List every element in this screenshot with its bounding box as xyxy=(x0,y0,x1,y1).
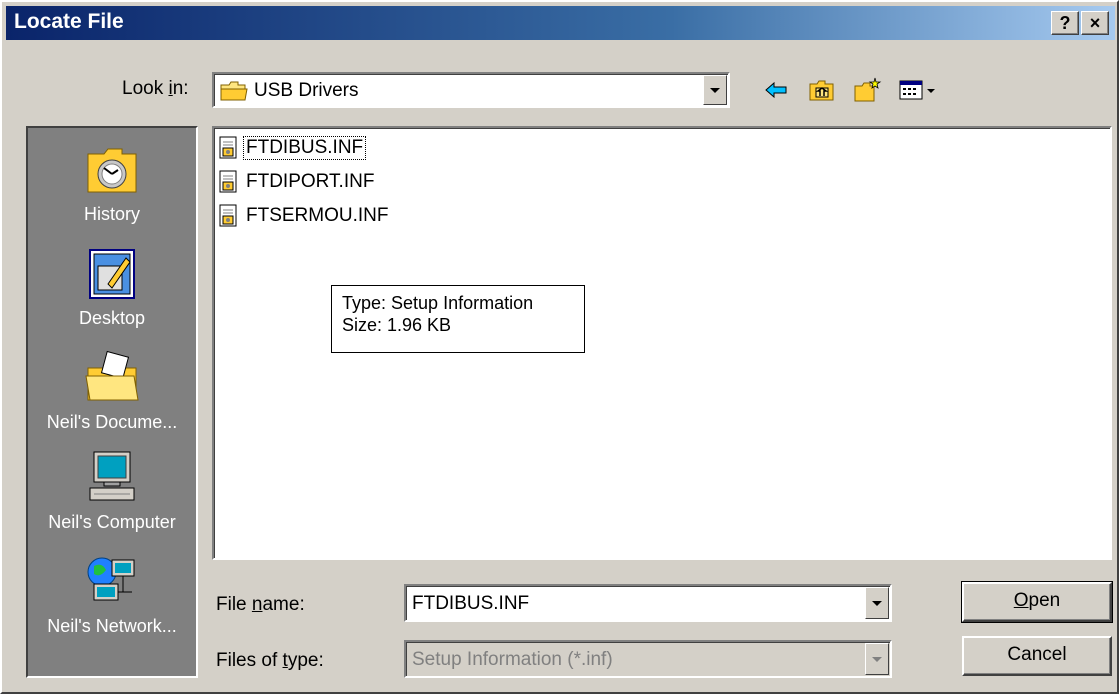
network-places-icon xyxy=(87,557,135,601)
file-name: FTDIBUS.INF xyxy=(242,136,367,160)
dialog-title: Locate File xyxy=(14,10,124,33)
file-name: FTDIPORT.INF xyxy=(246,171,375,192)
cancel-button[interactable]: Cancel xyxy=(962,636,1112,676)
file-name: FTSERMOU.INF xyxy=(246,205,389,226)
my-computer-icon xyxy=(89,451,135,501)
look-in-dropdown-arrow[interactable] xyxy=(703,75,727,105)
place-label: Neil's Computer xyxy=(48,512,176,532)
file-name-label: File name: xyxy=(216,594,305,615)
setup-information-file-icon xyxy=(219,170,237,193)
back-arrow-icon[interactable] xyxy=(762,76,792,104)
file-name-dropdown-arrow[interactable] xyxy=(865,587,889,619)
my-documents-icon xyxy=(85,350,139,401)
tooltip-type: Type: Setup Information xyxy=(342,293,534,313)
history-icon xyxy=(87,148,137,193)
view-menu-icon[interactable] xyxy=(897,76,945,104)
place-my-computer[interactable]: Neil's Computer xyxy=(28,448,196,533)
close-button[interactable]: × xyxy=(1081,11,1109,35)
setup-information-file-icon xyxy=(219,136,237,159)
file-item[interactable]: FTDIBUS.INF xyxy=(218,134,367,162)
file-info-tooltip: Type: Setup Information Size: 1.96 KB xyxy=(331,285,585,353)
place-history[interactable]: History xyxy=(28,140,196,225)
place-my-documents[interactable]: Neil's Docume... xyxy=(28,348,196,433)
file-item[interactable]: FTSERMOU.INF xyxy=(218,202,391,230)
file-name-combobox[interactable]: FTDIBUS.INF xyxy=(404,584,892,622)
title-bar[interactable]: Locate File ? × xyxy=(6,6,1115,40)
look-in-combobox[interactable]: USB Drivers xyxy=(212,72,730,108)
open-button[interactable]: Open xyxy=(961,581,1113,623)
place-label: Neil's Docume... xyxy=(46,412,178,432)
up-one-level-icon[interactable] xyxy=(807,76,837,104)
file-name-input[interactable]: FTDIBUS.INF xyxy=(412,593,529,615)
files-of-type-combobox[interactable]: Setup Information (*.inf) xyxy=(404,640,892,678)
place-desktop[interactable]: Desktop xyxy=(28,244,196,329)
file-item[interactable]: FTDIPORT.INF xyxy=(218,168,376,196)
places-bar: History Desktop Neil's Docume... Neil's … xyxy=(26,126,198,678)
setup-information-file-icon xyxy=(219,204,237,227)
create-new-folder-icon[interactable] xyxy=(852,76,882,104)
tooltip-size: Size: 1.96 KB xyxy=(342,315,452,335)
look-in-label: Look in: xyxy=(122,78,189,99)
look-in-value: USB Drivers xyxy=(254,80,359,101)
place-network[interactable]: Neil's Network... xyxy=(28,552,196,637)
files-of-type-value: Setup Information (*.inf) xyxy=(412,649,613,670)
folder-icon xyxy=(220,80,248,108)
locate-file-dialog: Locate File ? × Look in: USB Drivers His… xyxy=(0,0,1119,694)
place-label: History xyxy=(83,204,140,224)
place-label: Neil's Network... xyxy=(47,616,177,636)
files-of-type-dropdown-arrow[interactable] xyxy=(865,643,889,675)
help-button[interactable]: ? xyxy=(1051,11,1079,35)
files-of-type-label: Files of type: xyxy=(216,650,324,671)
desktop-icon xyxy=(89,249,135,299)
file-list[interactable]: FTDIBUS.INF FTDIPORT.INF FTSERMOU.INF Ty… xyxy=(212,126,1112,560)
place-label: Desktop xyxy=(78,308,146,328)
